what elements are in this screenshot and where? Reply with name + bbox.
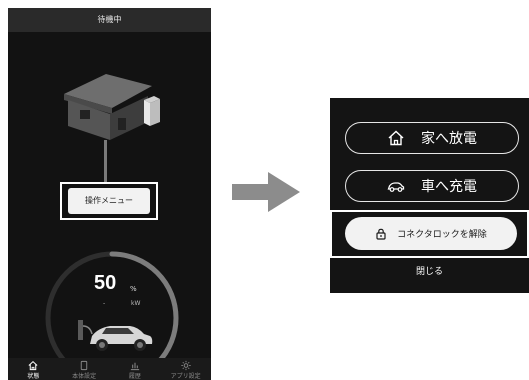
unlock-connector-label: コネクタロックを解除: [397, 230, 487, 240]
house-illustration: [64, 74, 160, 140]
tab-history-label: 履歴: [128, 373, 141, 380]
discharge-to-home-label: 家へ放電: [421, 131, 477, 147]
car-icon: [78, 320, 153, 351]
home-icon: [28, 360, 38, 371]
power-value: -: [103, 300, 106, 307]
battery-level-value: 50: [94, 272, 117, 294]
lock-icon: [376, 228, 386, 240]
car-icon: [387, 182, 405, 192]
close-button[interactable]: 閉じる: [330, 264, 529, 277]
arrow-right-icon: [232, 172, 300, 212]
tab-app-settings-label: アプリ設定: [170, 373, 201, 380]
device-icon: [80, 360, 88, 371]
unlock-connector-button[interactable]: コネクタロックを解除: [345, 217, 517, 250]
phone-screen: 待機中 操作メニュー 50 % - kW 状態 本体設定 履歴 アプリ設定: [8, 8, 211, 380]
gear-icon: [181, 360, 191, 371]
chart-icon: [130, 362, 139, 371]
discharge-to-home-button[interactable]: 家へ放電: [345, 122, 519, 154]
tab-history[interactable]: 履歴: [110, 358, 161, 380]
home-icon: [388, 130, 404, 146]
operation-menu-button[interactable]: 操作メニュー: [68, 188, 150, 214]
tab-status-label: 状態: [27, 373, 40, 380]
charge-car-label: 車へ充電: [421, 179, 477, 195]
tab-app-settings[interactable]: アプリ設定: [160, 358, 211, 380]
tab-status[interactable]: 状態: [8, 358, 59, 380]
operation-menu-panel: 家へ放電 車へ充電 コネクタロックを解除 閉じる: [330, 98, 529, 293]
battery-level-unit: %: [130, 285, 137, 293]
status-title: 待機中: [8, 8, 211, 32]
bottom-tab-bar: 状態 本体設定 履歴 アプリ設定: [8, 358, 211, 380]
main-screen: 操作メニュー 50 % - kW: [8, 32, 211, 380]
power-unit: kW: [131, 300, 141, 307]
charge-car-button[interactable]: 車へ充電: [345, 170, 519, 202]
tab-device-settings[interactable]: 本体設定: [59, 358, 110, 380]
tab-device-settings-label: 本体設定: [72, 373, 97, 380]
